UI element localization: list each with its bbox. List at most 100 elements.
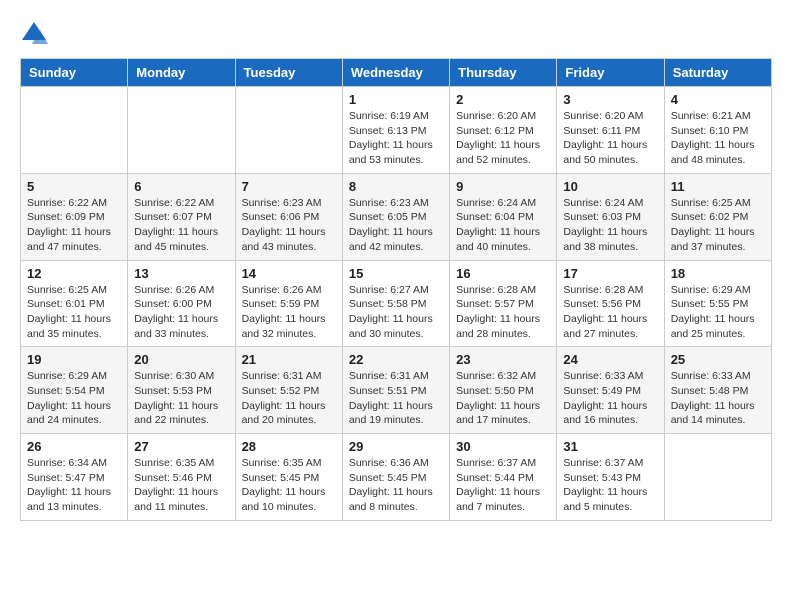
calendar-day-cell: 3Sunrise: 6:20 AM Sunset: 6:11 PM Daylig… (557, 87, 664, 174)
day-number: 31 (563, 439, 657, 454)
day-number: 18 (671, 266, 765, 281)
weekday-header: Saturday (664, 59, 771, 87)
day-info: Sunrise: 6:25 AM Sunset: 6:02 PM Dayligh… (671, 196, 765, 255)
day-number: 26 (27, 439, 121, 454)
calendar-day-cell: 24 Sunrise: 6:33 AM Sunset: 5:49 PM Dayli… (557, 347, 664, 434)
day-number: 11 (671, 179, 765, 194)
day-info: Sunrise: 6:35 AM Sunset: 5:46 PM Dayligh… (134, 456, 228, 515)
day-number: 20 (134, 352, 228, 367)
calendar-day-cell: 27 Sunrise: 6:35 AM Sunset: 5:46 PM Dayli… (128, 434, 235, 521)
day-number: 4 (671, 92, 765, 107)
day-info: Sunrise: 6:26 AM Sunset: 5:59 PM Dayligh… (242, 283, 336, 342)
calendar-day-cell: 4 Sunrise: 6:21 AM Sunset: 6:10 PM Daylig… (664, 87, 771, 174)
day-number: 7 (242, 179, 336, 194)
calendar-day-cell: 25Sunrise: 6:33 AM Sunset: 5:48 PM Dayli… (664, 347, 771, 434)
day-info: Sunrise: 6:23 AM Sunset: 6:06 PM Dayligh… (242, 196, 336, 255)
logo (20, 20, 52, 48)
calendar-day-cell: 17 Sunrise: 6:28 AM Sunset: 5:56 PM Dayli… (557, 260, 664, 347)
calendar-week-row: 26 Sunrise: 6:34 AM Sunset: 5:47 PM Dayli… (21, 434, 772, 521)
day-info: Sunrise: 6:21 AM Sunset: 6:10 PM Dayligh… (671, 109, 765, 168)
day-number: 17 (563, 266, 657, 281)
page-header (20, 20, 772, 48)
calendar-day-cell: 23Sunrise: 6:32 AM Sunset: 5:50 PM Dayli… (450, 347, 557, 434)
day-number: 6 (134, 179, 228, 194)
calendar-day-cell (128, 87, 235, 174)
day-info: Sunrise: 6:28 AM Sunset: 5:56 PM Dayligh… (563, 283, 657, 342)
calendar-day-cell: 30 Sunrise: 6:37 AM Sunset: 5:44 PM Dayli… (450, 434, 557, 521)
day-info: Sunrise: 6:22 AM Sunset: 6:07 PM Dayligh… (134, 196, 228, 255)
day-info: Sunrise: 6:37 AM Sunset: 5:44 PM Dayligh… (456, 456, 550, 515)
day-info: Sunrise: 6:28 AM Sunset: 5:57 PM Dayligh… (456, 283, 550, 342)
day-number: 21 (242, 352, 336, 367)
day-info: Sunrise: 6:22 AM Sunset: 6:09 PM Dayligh… (27, 196, 121, 255)
day-info: Sunrise: 6:27 AM Sunset: 5:58 PM Dayligh… (349, 283, 443, 342)
weekday-header: Tuesday (235, 59, 342, 87)
day-number: 14 (242, 266, 336, 281)
calendar-day-cell: 13Sunrise: 6:26 AM Sunset: 6:00 PM Dayli… (128, 260, 235, 347)
day-number: 12 (27, 266, 121, 281)
calendar-day-cell: 12Sunrise: 6:25 AM Sunset: 6:01 PM Dayli… (21, 260, 128, 347)
calendar-day-cell: 28 Sunrise: 6:35 AM Sunset: 5:45 PM Dayli… (235, 434, 342, 521)
calendar-day-cell (664, 434, 771, 521)
calendar-day-cell: 22Sunrise: 6:31 AM Sunset: 5:51 PM Dayli… (342, 347, 449, 434)
day-number: 29 (349, 439, 443, 454)
weekday-header: Thursday (450, 59, 557, 87)
weekday-header: Sunday (21, 59, 128, 87)
day-number: 24 (563, 352, 657, 367)
calendar-day-cell (235, 87, 342, 174)
day-info: Sunrise: 6:20 AM Sunset: 6:12 PM Dayligh… (456, 109, 550, 168)
day-info: Sunrise: 6:31 AM Sunset: 5:52 PM Dayligh… (242, 369, 336, 428)
day-info: Sunrise: 6:37 AM Sunset: 5:43 PM Dayligh… (563, 456, 657, 515)
calendar-week-row: 19 Sunrise: 6:29 AM Sunset: 5:54 PM Dayli… (21, 347, 772, 434)
calendar-day-cell: 26 Sunrise: 6:34 AM Sunset: 5:47 PM Dayli… (21, 434, 128, 521)
day-number: 8 (349, 179, 443, 194)
calendar-day-cell: 9 Sunrise: 6:24 AM Sunset: 6:04 PM Daylig… (450, 173, 557, 260)
day-number: 1 (349, 92, 443, 107)
calendar-day-cell: 20 Sunrise: 6:30 AM Sunset: 5:53 PM Dayli… (128, 347, 235, 434)
day-info: Sunrise: 6:19 AM Sunset: 6:13 PM Dayligh… (349, 109, 443, 168)
calendar-day-cell: 11 Sunrise: 6:25 AM Sunset: 6:02 PM Dayli… (664, 173, 771, 260)
day-info: Sunrise: 6:34 AM Sunset: 5:47 PM Dayligh… (27, 456, 121, 515)
day-info: Sunrise: 6:23 AM Sunset: 6:05 PM Dayligh… (349, 196, 443, 255)
day-number: 3 (563, 92, 657, 107)
day-number: 10 (563, 179, 657, 194)
calendar-table: SundayMondayTuesdayWednesdayThursdayFrid… (20, 58, 772, 521)
calendar-day-cell: 29 Sunrise: 6:36 AM Sunset: 5:45 PM Dayli… (342, 434, 449, 521)
day-number: 2 (456, 92, 550, 107)
calendar-day-cell: 19 Sunrise: 6:29 AM Sunset: 5:54 PM Dayli… (21, 347, 128, 434)
calendar-day-cell (21, 87, 128, 174)
day-info: Sunrise: 6:29 AM Sunset: 5:54 PM Dayligh… (27, 369, 121, 428)
weekday-header: Wednesday (342, 59, 449, 87)
day-number: 28 (242, 439, 336, 454)
day-info: Sunrise: 6:26 AM Sunset: 6:00 PM Dayligh… (134, 283, 228, 342)
calendar-day-cell: 2 Sunrise: 6:20 AM Sunset: 6:12 PM Daylig… (450, 87, 557, 174)
calendar-day-cell: 16Sunrise: 6:28 AM Sunset: 5:57 PM Dayli… (450, 260, 557, 347)
calendar-day-cell: 18 Sunrise: 6:29 AM Sunset: 5:55 PM Dayli… (664, 260, 771, 347)
calendar-day-cell: 21 Sunrise: 6:31 AM Sunset: 5:52 PM Dayli… (235, 347, 342, 434)
logo-icon (20, 20, 48, 48)
day-number: 25 (671, 352, 765, 367)
calendar-day-cell: 1 Sunrise: 6:19 AM Sunset: 6:13 PM Daylig… (342, 87, 449, 174)
day-number: 5 (27, 179, 121, 194)
day-info: Sunrise: 6:30 AM Sunset: 5:53 PM Dayligh… (134, 369, 228, 428)
day-info: Sunrise: 6:32 AM Sunset: 5:50 PM Dayligh… (456, 369, 550, 428)
day-number: 22 (349, 352, 443, 367)
day-number: 30 (456, 439, 550, 454)
calendar-day-cell: 6 Sunrise: 6:22 AM Sunset: 6:07 PM Daylig… (128, 173, 235, 260)
day-number: 19 (27, 352, 121, 367)
day-info: Sunrise: 6:29 AM Sunset: 5:55 PM Dayligh… (671, 283, 765, 342)
calendar-day-cell: 7 Sunrise: 6:23 AM Sunset: 6:06 PM Daylig… (235, 173, 342, 260)
calendar-day-cell: 5 Sunrise: 6:22 AM Sunset: 6:09 PM Daylig… (21, 173, 128, 260)
day-info: Sunrise: 6:24 AM Sunset: 6:04 PM Dayligh… (456, 196, 550, 255)
day-number: 27 (134, 439, 228, 454)
day-info: Sunrise: 6:24 AM Sunset: 6:03 PM Dayligh… (563, 196, 657, 255)
day-info: Sunrise: 6:33 AM Sunset: 5:49 PM Dayligh… (563, 369, 657, 428)
day-info: Sunrise: 6:36 AM Sunset: 5:45 PM Dayligh… (349, 456, 443, 515)
day-info: Sunrise: 6:35 AM Sunset: 5:45 PM Dayligh… (242, 456, 336, 515)
day-number: 15 (349, 266, 443, 281)
weekday-header: Monday (128, 59, 235, 87)
calendar-day-cell: 15 Sunrise: 6:27 AM Sunset: 5:58 PM Dayli… (342, 260, 449, 347)
calendar-day-cell: 14 Sunrise: 6:26 AM Sunset: 5:59 PM Dayli… (235, 260, 342, 347)
calendar-week-row: 12Sunrise: 6:25 AM Sunset: 6:01 PM Dayli… (21, 260, 772, 347)
day-number: 9 (456, 179, 550, 194)
